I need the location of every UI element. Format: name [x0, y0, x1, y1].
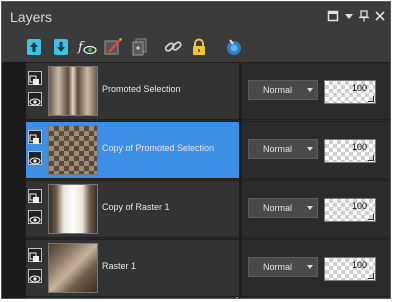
restore-icon[interactable] — [326, 10, 340, 24]
opacity-slider-grip[interactable] — [368, 155, 374, 161]
layer-name: Copy of Promoted Selection — [102, 143, 215, 153]
layer-toolbar: f — [2, 32, 390, 63]
layer-thumbnail[interactable] — [48, 125, 98, 175]
layer-row-icons — [28, 122, 46, 178]
layer-properties: Normal 100 — [242, 180, 390, 238]
layer-thumbnail[interactable] — [48, 243, 98, 293]
layer-row-icons — [28, 63, 46, 119]
blend-mode-value: Normal — [263, 203, 293, 213]
palette-icon[interactable] — [224, 37, 244, 57]
copy-layer-icon[interactable] — [130, 37, 150, 57]
layer-row-icons — [28, 181, 46, 237]
layer-name: Promoted Selection — [102, 84, 181, 94]
chevron-down-icon[interactable] — [307, 88, 313, 92]
layer-row[interactable]: Promoted Selection — [26, 62, 239, 120]
menu-caret-icon[interactable] — [342, 10, 356, 24]
layer-type-icon[interactable] — [28, 248, 42, 262]
layer-properties: Normal 100 — [242, 62, 390, 120]
link-icon[interactable] — [163, 37, 183, 57]
blend-mode-select[interactable]: Normal — [248, 198, 318, 218]
opacity-field[interactable]: 100 — [324, 198, 376, 222]
layer-thumbnail[interactable] — [48, 184, 98, 234]
svg-text:f: f — [77, 40, 85, 55]
opacity-value: 100 — [351, 83, 367, 93]
layer-type-icon[interactable] — [28, 71, 42, 85]
close-icon[interactable] — [373, 10, 387, 24]
layers-palette: Layers f Promoted Selection Normal 100 C… — [1, 1, 391, 299]
layer-properties: Normal 100 — [242, 121, 390, 179]
opacity-value: 100 — [351, 201, 367, 211]
opacity-field[interactable]: 100 — [324, 139, 376, 163]
visibility-toggle-icon[interactable]: f — [77, 37, 97, 57]
layer-name: Raster 1 — [102, 261, 137, 271]
opacity-slider-grip[interactable] — [368, 273, 374, 279]
layer-type-icon[interactable] — [28, 189, 42, 203]
opacity-field[interactable]: 100 — [324, 257, 376, 281]
layer-row[interactable]: Copy of Raster 1 — [26, 180, 239, 238]
blend-mode-select[interactable]: Normal — [248, 80, 318, 100]
blend-mode-value: Normal — [263, 262, 293, 272]
layer-properties: Normal 100 — [242, 239, 390, 297]
expander-column — [2, 62, 26, 298]
opacity-slider-grip[interactable] — [368, 96, 374, 102]
layer-thumbnail[interactable] — [48, 66, 98, 116]
edit-mask-icon[interactable] — [103, 37, 123, 57]
chevron-down-icon[interactable] — [307, 206, 313, 210]
blend-mode-select[interactable]: Normal — [248, 139, 318, 159]
blend-mode-value: Normal — [263, 85, 293, 95]
title-bar[interactable]: Layers — [2, 2, 390, 32]
layer-name: Copy of Raster 1 — [102, 202, 170, 212]
opacity-field[interactable]: 100 — [324, 80, 376, 104]
layer-row-icons — [28, 240, 46, 296]
eye-icon[interactable] — [28, 210, 42, 224]
layer-row[interactable]: Raster 1 — [26, 239, 239, 297]
palette-title: Layers — [10, 9, 53, 25]
merge-down-icon[interactable] — [51, 37, 71, 57]
opacity-slider-grip[interactable] — [368, 214, 374, 220]
eye-icon[interactable] — [28, 269, 42, 283]
eye-icon[interactable] — [28, 92, 42, 106]
pin-icon[interactable] — [357, 10, 371, 24]
blend-mode-value: Normal — [263, 144, 293, 154]
lock-icon[interactable] — [189, 37, 209, 57]
merge-up-icon[interactable] — [24, 37, 44, 57]
eye-icon[interactable] — [28, 151, 42, 165]
blend-mode-select[interactable]: Normal — [248, 257, 318, 277]
layer-row[interactable]: Copy of Promoted Selection — [26, 121, 239, 179]
layers-list[interactable]: Promoted Selection Normal 100 Copy of Pr… — [2, 62, 390, 298]
layer-type-icon[interactable] — [28, 130, 42, 144]
opacity-value: 100 — [351, 142, 367, 152]
opacity-value: 100 — [351, 260, 367, 270]
chevron-down-icon[interactable] — [307, 265, 313, 269]
chevron-down-icon[interactable] — [307, 147, 313, 151]
